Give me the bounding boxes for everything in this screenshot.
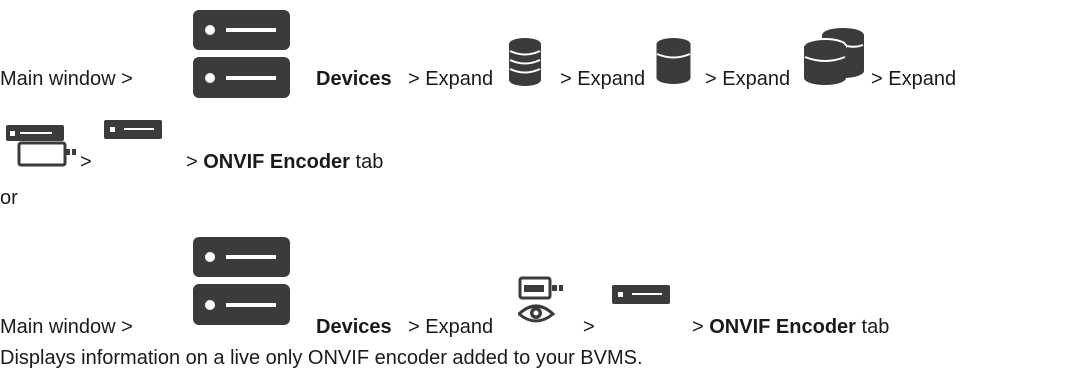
database-stack-icon xyxy=(508,38,542,86)
or-label: or xyxy=(0,187,18,209)
path1-expand-2: > Expand xyxy=(560,68,646,90)
path1-expand-4: > Expand xyxy=(871,68,957,90)
database-pair-icon xyxy=(803,28,865,86)
path2-tab-line: > ONVIF Encoder tab xyxy=(692,316,890,338)
description-text: Displays information on a live only ONVI… xyxy=(0,347,643,369)
live-only-encoder-icon xyxy=(518,276,566,324)
path1b-sep-1: > xyxy=(80,151,92,173)
encoder-icon xyxy=(612,285,670,304)
devices-label: Devices xyxy=(316,68,392,90)
onvif-encoder-tab-label-2: ONVIF Encoder xyxy=(709,316,856,338)
path1b-tab-line: > ONVIF Encoder tab xyxy=(186,151,384,173)
onvif-encoder-tab-label: ONVIF Encoder xyxy=(203,151,350,173)
devices-label-2: Devices xyxy=(316,316,392,338)
main-window-label: Main window > xyxy=(0,68,133,90)
path1-expand-3: > Expand xyxy=(705,68,791,90)
devices-server-icon xyxy=(193,10,290,98)
database-icon xyxy=(656,38,691,84)
main-window-label-2: Main window > xyxy=(0,316,133,338)
encoder-group-icon xyxy=(6,123,76,167)
path2-expand: > Expand xyxy=(408,316,494,338)
path2-sep: > xyxy=(583,316,595,338)
encoder-icon xyxy=(104,120,162,139)
devices-server-icon xyxy=(193,237,290,325)
path1-expand-1: > Expand xyxy=(408,68,494,90)
